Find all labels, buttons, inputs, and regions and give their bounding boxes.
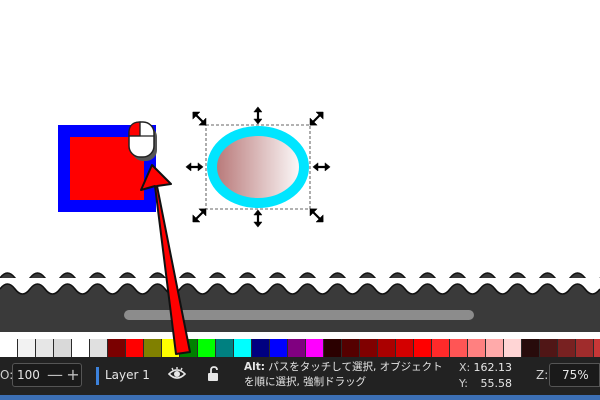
status-hint-message: Alt: パスをタッチして選択, オブジェクトを順に選択, 強制ドラッグ: [244, 360, 444, 390]
handle-right[interactable]: [312, 162, 331, 172]
palette-swatch[interactable]: [342, 339, 360, 357]
handle-top-right[interactable]: [309, 111, 324, 126]
palette-swatch[interactable]: [468, 339, 486, 357]
zoom-label: Z:: [536, 368, 549, 382]
palette-swatch[interactable]: [432, 339, 450, 357]
palette-swatch[interactable]: [180, 339, 198, 357]
palette-swatch[interactable]: [288, 339, 306, 357]
ellipse-object[interactable]: [207, 126, 309, 208]
handle-bottom[interactable]: [253, 209, 263, 228]
opacity-input[interactable]: [17, 367, 47, 383]
palette-swatch[interactable]: [540, 339, 558, 357]
palette-swatch[interactable]: [72, 339, 90, 357]
rectangle-object[interactable]: [58, 125, 156, 212]
palette-swatch[interactable]: [234, 339, 252, 357]
window-bottom-edge: [0, 395, 600, 400]
palette-swatch[interactable]: [54, 339, 72, 357]
palette-swatch[interactable]: [36, 339, 54, 357]
palette-swatch[interactable]: [378, 339, 396, 357]
horizontal-scrollbar-thumb[interactable]: [124, 310, 474, 320]
palette-swatch[interactable]: [0, 339, 18, 357]
palette-swatch[interactable]: [504, 339, 522, 357]
eye-icon[interactable]: [167, 366, 187, 385]
palette-swatch[interactable]: [270, 339, 288, 357]
hint-description: パスをタッチして選択, オブジェクトを順に選択, 強制ドラッグ: [244, 361, 443, 388]
palette-swatch[interactable]: [126, 339, 144, 357]
hint-modifier-key: Alt:: [244, 361, 265, 373]
opacity-spinbox: — +: [12, 363, 82, 387]
palette-swatch[interactable]: [450, 339, 468, 357]
opacity-decrease-button[interactable]: —: [47, 366, 63, 384]
layer-color-indicator: [96, 367, 99, 385]
zoom-value: 75%: [562, 368, 589, 382]
palette-swatch[interactable]: [90, 339, 108, 357]
palette-swatch[interactable]: [414, 339, 432, 357]
opacity-increase-button[interactable]: +: [65, 366, 81, 384]
app-window: O: — + Layer 1 Alt: パスをタッチして選択, オブジェク: [0, 0, 600, 400]
palette-swatch[interactable]: [144, 339, 162, 357]
palette-swatch[interactable]: [396, 339, 414, 357]
palette-swatch[interactable]: [216, 339, 234, 357]
handle-top[interactable]: [253, 106, 263, 125]
status-bar: O: — + Layer 1 Alt: パスをタッチして選択, オブジェク: [0, 357, 600, 395]
palette-swatch[interactable]: [162, 339, 180, 357]
cursor-x-value: 162.13: [473, 361, 513, 374]
palette-swatch[interactable]: [486, 339, 504, 357]
color-palette: [0, 339, 600, 357]
current-layer-name[interactable]: Layer 1: [105, 368, 150, 382]
torn-edge-decoration: [0, 272, 600, 302]
cursor-y-value: 55.58: [480, 377, 513, 390]
palette-swatch[interactable]: [360, 339, 378, 357]
canvas-drawing: [58, 106, 331, 228]
palette-swatch[interactable]: [108, 339, 126, 357]
palette-swatch[interactable]: [252, 339, 270, 357]
palette-swatch[interactable]: [18, 339, 36, 357]
handle-bottom-left[interactable]: [192, 208, 207, 223]
zoom-field[interactable]: 75%: [549, 363, 600, 387]
lock-open-icon[interactable]: [206, 365, 222, 386]
palette-swatch[interactable]: [594, 339, 600, 357]
palette-swatch[interactable]: [558, 339, 576, 357]
palette-swatch[interactable]: [576, 339, 594, 357]
drawing-canvas[interactable]: [0, 0, 600, 300]
handle-bottom-right[interactable]: [309, 208, 324, 223]
palette-swatch[interactable]: [306, 339, 324, 357]
handle-left[interactable]: [185, 162, 204, 172]
handle-top-left[interactable]: [192, 111, 207, 126]
palette-swatch[interactable]: [198, 339, 216, 357]
palette-swatch[interactable]: [324, 339, 342, 357]
palette-swatch[interactable]: [522, 339, 540, 357]
